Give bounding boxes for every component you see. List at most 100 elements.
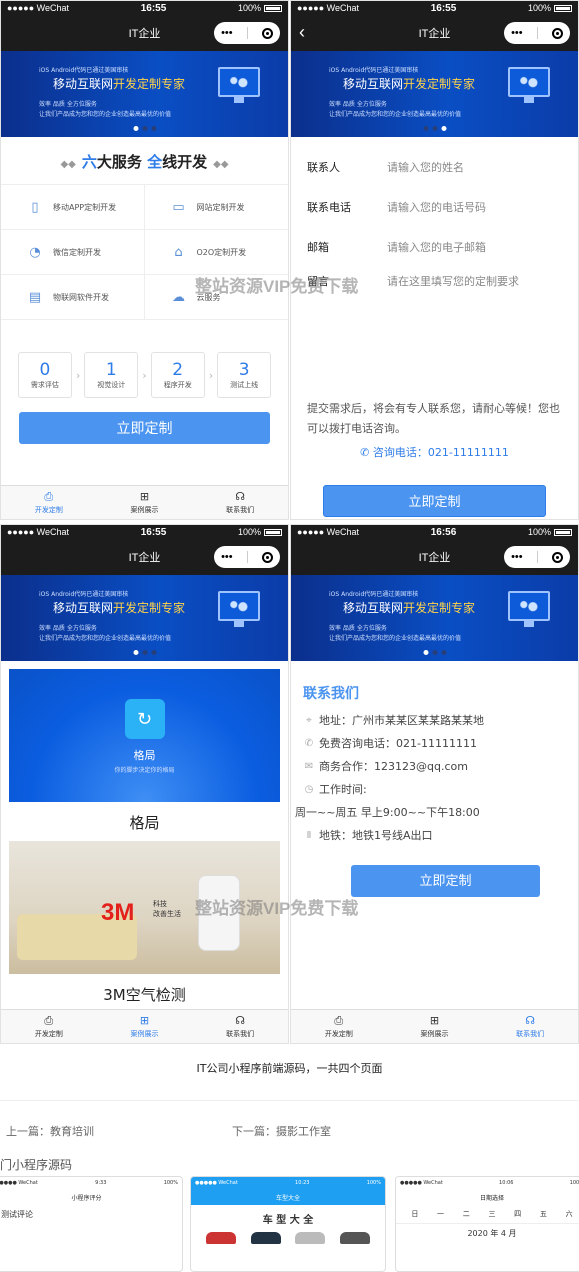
chevron-right-icon: › bbox=[208, 368, 214, 382]
tab-develop[interactable]: ⎙ 开发定制 bbox=[1, 486, 97, 519]
thumb-status-bar: ●●●●● WeChat 10:23 100% bbox=[191, 1177, 385, 1189]
app-logo-icon: ↻ bbox=[124, 699, 165, 739]
more-icon[interactable]: ••• bbox=[511, 27, 523, 39]
case-name[interactable]: 3M空气检测 bbox=[1, 984, 288, 1005]
tab-bar: ⎙ 开发定制 ⊞ 案例展示 ☊ 联系我们 bbox=[1, 485, 288, 519]
related-thumb[interactable]: ●●●●● WeChat10:06100% 日期选择 日一二三四五六 2020 … bbox=[395, 1176, 579, 1272]
hotline-row[interactable]: ✆ 免费咨询电话：021-11111111 bbox=[303, 732, 566, 755]
name-input[interactable]: 请输入您的姓名 bbox=[387, 159, 464, 175]
clock: 16:55 bbox=[140, 2, 167, 14]
mini-program-capsule: ••• bbox=[214, 22, 280, 44]
nav-bar: IT企业 ••• bbox=[291, 539, 578, 575]
tab-bar: ⎙ 开发定制 ⊞ 案例展示 ☊ 联系我们 bbox=[1, 1009, 288, 1043]
hours-row: 周一~~周五 早上9:00~~下午18:00 bbox=[295, 806, 480, 819]
grid-icon: ⊞ bbox=[139, 489, 150, 503]
contact-title: 联系我们 bbox=[303, 686, 359, 702]
phone-icon: ✆ bbox=[360, 446, 370, 459]
tab-cases[interactable]: ⊞ 案例展示 bbox=[97, 486, 193, 519]
battery: 100% bbox=[238, 3, 282, 13]
battery-icon bbox=[553, 529, 572, 537]
step-card: 3 测试上线 bbox=[217, 352, 272, 398]
banner[interactable]: iOS Android代码已通过美国审核 移动互联网开发定制专家 效率 品质 全… bbox=[1, 51, 288, 137]
battery-icon bbox=[263, 5, 282, 13]
email-input[interactable]: 请输入您的电子邮箱 bbox=[387, 239, 486, 255]
status-bar: ●●●●● WeChat 16:55 100% bbox=[1, 1, 288, 15]
headset-icon: ☊ bbox=[235, 1013, 246, 1027]
monitor-icon bbox=[218, 591, 260, 627]
close-icon[interactable] bbox=[261, 551, 273, 563]
service-item[interactable]: ▤ 物联网软件开发 bbox=[1, 275, 145, 320]
chat-icon: ◔ bbox=[29, 244, 41, 260]
print-icon: ⎙ bbox=[44, 1013, 54, 1027]
service-item[interactable]: ▭ 网站定制开发 bbox=[144, 185, 288, 230]
phone-icon: ✆ bbox=[304, 738, 314, 749]
phone-link[interactable]: ✆ 咨询电话：021-11111111 bbox=[307, 443, 562, 463]
headset-icon: ☊ bbox=[235, 489, 246, 503]
banner-line: 让我们产品成为您和您的企业创造最高最优的价值 bbox=[39, 635, 172, 642]
customize-button[interactable]: 立即定制 bbox=[351, 865, 540, 897]
more-icon[interactable]: ••• bbox=[221, 551, 233, 563]
car-icon bbox=[295, 1232, 326, 1244]
banner-line: 让我们产品成为您和您的企业创造最高最优的价值 bbox=[329, 111, 462, 118]
case-name[interactable]: 格局 bbox=[1, 812, 288, 833]
screen-contact: ●●●●● WeChat 16:56 100% IT企业 ••• iOS And… bbox=[290, 524, 579, 1044]
message-textarea[interactable]: 请在这里填写您的定制要求 bbox=[387, 273, 519, 289]
store-icon: ⌂ bbox=[174, 244, 183, 260]
submit-button[interactable]: 立即定制 bbox=[323, 485, 546, 517]
monitor-icon bbox=[508, 591, 550, 627]
more-icon[interactable]: ••• bbox=[511, 551, 523, 563]
metro-row: Ⅱ 地铁：地铁1号线A出口 bbox=[303, 824, 566, 847]
service-item[interactable]: ▯ 移动APP定制开发 bbox=[1, 185, 145, 230]
service-item[interactable]: ◔ 微信定制开发 bbox=[1, 230, 145, 275]
phone-input[interactable]: 请输入您的电话号码 bbox=[387, 199, 486, 215]
thumb-status-bar: ●●●●● WeChat9:33100% bbox=[0, 1177, 182, 1189]
services-title: ◆◆ 六大服务 全线开发 ◆◆ bbox=[60, 153, 229, 171]
field-label: 联系人 bbox=[307, 161, 340, 174]
close-icon[interactable] bbox=[551, 551, 563, 563]
more-icon[interactable]: ••• bbox=[221, 27, 233, 39]
thumb-title: 日期选择 bbox=[479, 1194, 504, 1202]
next-link[interactable]: 下一篇：摄影工作室 bbox=[232, 1123, 331, 1139]
tab-contact[interactable]: ☊ 联系我们 bbox=[482, 1010, 578, 1043]
tab-develop[interactable]: ⎙ 开发定制 bbox=[1, 1010, 97, 1043]
banner-line: 让我们产品成为您和您的企业创造最高最优的价值 bbox=[329, 635, 462, 642]
related-thumb[interactable]: ●●●●● WeChat9:33100% 小程序评分 测试评论 bbox=[0, 1176, 183, 1272]
location-icon: ⌖ bbox=[306, 715, 312, 726]
thumb-body: 测试评论 bbox=[1, 1210, 33, 1219]
carousel-dots bbox=[133, 650, 156, 655]
mail-icon: ✉ bbox=[304, 761, 314, 772]
phone-icon: ▯ bbox=[31, 199, 39, 215]
tab-contact[interactable]: ☊ 联系我们 bbox=[192, 486, 288, 519]
banner-title: 移动互联网开发定制专家 bbox=[343, 601, 476, 615]
tab-contact[interactable]: ☊ 联系我们 bbox=[192, 1010, 288, 1043]
banner-title: 移动互联网开发定制专家 bbox=[343, 77, 476, 91]
banner-line: 效率 品质 全方位服务 bbox=[39, 101, 97, 108]
banner[interactable]: iOS Android代码已通过美国审核 移动互联网开发定制专家 效率 品质 全… bbox=[291, 51, 578, 137]
customize-button[interactable]: 立即定制 bbox=[19, 412, 270, 444]
banner[interactable]: iOS Android代码已通过美国审核 移动互联网开发定制专家 效率 品质 全… bbox=[291, 575, 578, 661]
banner-subtitle: iOS Android代码已通过美国审核 bbox=[329, 591, 419, 598]
back-icon[interactable]: ‹ bbox=[299, 23, 305, 41]
tab-cases[interactable]: ⊞ 案例展示 bbox=[387, 1010, 483, 1043]
banner[interactable]: iOS Android代码已通过美国审核 移动互联网开发定制专家 效率 品质 全… bbox=[1, 575, 288, 661]
banner-title: 移动互联网开发定制专家 bbox=[53, 601, 186, 615]
case-slogan: 你的脚步决定你的格局 bbox=[114, 767, 175, 774]
close-icon[interactable] bbox=[551, 27, 563, 39]
monitor-icon bbox=[218, 67, 260, 103]
case-image[interactable]: ↻ 格局 你的脚步决定你的格局 bbox=[9, 669, 280, 802]
banner-subtitle: iOS Android代码已通过美国审核 bbox=[329, 67, 419, 74]
car-row bbox=[191, 1232, 385, 1244]
tab-develop[interactable]: ⎙ 开发定制 bbox=[291, 1010, 387, 1043]
battery-icon bbox=[263, 529, 282, 537]
mini-program-capsule: ••• bbox=[214, 546, 280, 568]
close-icon[interactable] bbox=[261, 27, 273, 39]
page-title: IT企业 bbox=[418, 552, 451, 564]
address-row: ⌖ 地址：广州市某某区某某路某某地 bbox=[303, 709, 566, 732]
email-row[interactable]: ✉ 商务合作：123123@qq.com bbox=[303, 755, 566, 778]
weekday-row: 日一二三四五六 bbox=[411, 1210, 573, 1218]
service-item[interactable]: ⌂ O2O定制开发 bbox=[144, 230, 288, 275]
prev-link[interactable]: 上一篇：教育培训 bbox=[6, 1123, 94, 1139]
banner-line: 效率 品质 全方位服务 bbox=[329, 101, 387, 108]
tab-cases[interactable]: ⊞ 案例展示 bbox=[97, 1010, 193, 1043]
related-thumb[interactable]: ●●●●● WeChat 10:23 100% 车型大全 车 型 大 全 bbox=[190, 1176, 386, 1272]
